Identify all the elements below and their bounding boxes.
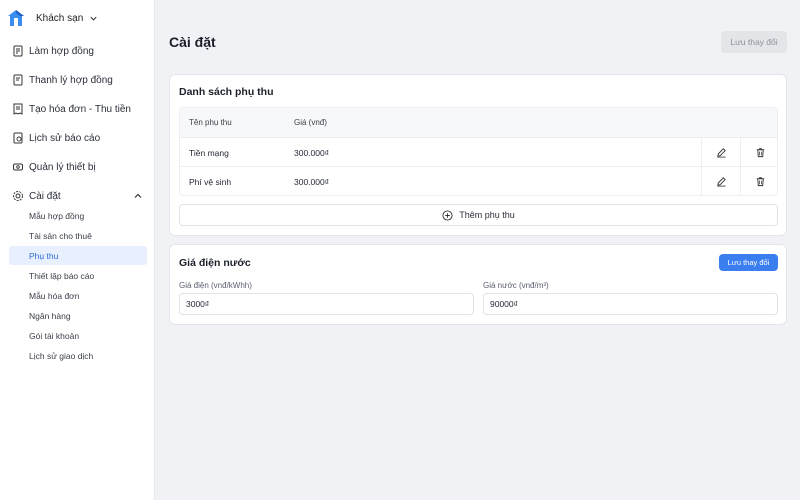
water-price-input[interactable]: [483, 293, 778, 315]
surcharge-name: Phí vệ sinh: [189, 177, 232, 187]
sidebar-subitem-account-plan[interactable]: Gói tài khoản: [9, 326, 147, 345]
electric-price-input[interactable]: [179, 293, 474, 315]
sidebar-item-liquidation[interactable]: Thanh lý hợp đồng: [12, 70, 113, 90]
sidebar-subitem-report-setup[interactable]: Thiết lập báo cáo: [9, 266, 147, 285]
sidebar-subitem-label: Phụ thu: [29, 250, 59, 261]
document-icon: [13, 74, 23, 86]
sidebar-item-devices[interactable]: Quản lý thiết bị: [12, 157, 96, 177]
surcharge-price: 300.000₫: [294, 148, 330, 158]
invoice-icon: [13, 103, 23, 115]
gear-icon: [13, 191, 23, 201]
sidebar-item-label: Tạo hóa đơn - Thu tiền: [29, 103, 131, 115]
delete-button[interactable]: [740, 138, 777, 166]
save-changes-button[interactable]: Lưu thay đổi: [721, 31, 787, 53]
trash-icon: [756, 147, 764, 157]
sidebar-item-label: Cài đặt: [29, 190, 61, 202]
electric-price-label: Giá điện (vnđ/kWhh): [179, 281, 252, 290]
sidebar-subitem-transaction-history[interactable]: Lịch sử giao dịch: [9, 346, 147, 365]
sidebar-item-invoice[interactable]: Tạo hóa đơn - Thu tiền: [12, 99, 131, 119]
table-row: Phí vệ sinh 300.000₫: [180, 167, 777, 195]
utility-price-card: Giá điện nước Lưu thay đổi Giá điện (vnđ…: [169, 244, 787, 325]
sidebar-item-contract[interactable]: Làm hợp đồng: [12, 41, 94, 61]
edit-button[interactable]: [701, 167, 740, 195]
brand-switcher[interactable]: Khách sạn: [7, 8, 98, 28]
surcharge-table: Tên phụ thu Giá (vnđ) Tiền mạng 300.000₫…: [179, 107, 778, 196]
table-header: Tên phụ thu Giá (vnđ): [180, 108, 777, 138]
sidebar-item-label: Lịch sử báo cáo: [29, 132, 101, 144]
report-history-icon: [13, 132, 23, 144]
surcharge-card: Danh sách phụ thu Tên phụ thu Giá (vnđ) …: [169, 74, 787, 236]
sidebar-subitem-contract-template[interactable]: Mẫu hợp đồng: [9, 206, 147, 225]
contract-icon: [13, 45, 23, 57]
utility-card-title: Giá điện nước: [179, 257, 251, 269]
sidebar-subitem-label: Tài sản cho thuê: [29, 230, 92, 241]
sidebar-item-label: Làm hợp đồng: [29, 45, 94, 57]
page-title: Cài đặt: [169, 34, 216, 50]
sidebar-subitem-surcharge[interactable]: Phụ thu: [9, 246, 147, 265]
delete-button[interactable]: [740, 167, 777, 195]
edit-button[interactable]: [701, 138, 740, 166]
add-surcharge-label: Thêm phụ thu: [459, 210, 515, 220]
pencil-icon: [716, 177, 726, 187]
sidebar-subitem-label: Gói tài khoản: [29, 330, 80, 341]
chevron-up-icon: [134, 193, 142, 198]
sidebar: Khách sạn Làm hợp đồng Thanh lý hợp đồng…: [0, 0, 155, 500]
plus-circle-icon: [442, 209, 453, 221]
surcharge-price: 300.000₫: [294, 177, 330, 187]
sidebar-subitem-bank[interactable]: Ngân hàng: [9, 306, 147, 325]
pencil-icon: [716, 147, 726, 157]
sidebar-subitem-rental-assets[interactable]: Tài sản cho thuê: [9, 226, 147, 245]
surcharge-card-title: Danh sách phụ thu: [179, 86, 274, 98]
sidebar-subitem-label: Ngân hàng: [29, 310, 71, 321]
sidebar-subitem-label: Thiết lập báo cáo: [29, 270, 95, 281]
water-price-label: Giá nước (vnđ/m³): [483, 281, 549, 290]
trash-icon: [756, 177, 764, 187]
logo-icon: [8, 10, 24, 26]
sidebar-subitem-label: Mẫu hóa đơn: [29, 290, 80, 301]
brand-name: Khách sạn: [36, 12, 84, 24]
chevron-down-icon: [90, 16, 97, 21]
sidebar-item-label: Quản lý thiết bị: [29, 161, 96, 173]
save-utility-button[interactable]: Lưu thay đổi: [719, 254, 778, 271]
surcharge-name: Tiền mạng: [189, 148, 229, 158]
sidebar-subitem-label: Mẫu hợp đồng: [29, 210, 85, 221]
add-surcharge-button[interactable]: Thêm phụ thu: [179, 204, 778, 226]
sidebar-item-label: Thanh lý hợp đồng: [29, 74, 113, 86]
table-row: Tiền mạng 300.000₫: [180, 138, 777, 167]
sidebar-item-settings[interactable]: Cài đặt: [12, 186, 147, 206]
device-icon: [13, 163, 23, 171]
sidebar-item-report-history[interactable]: Lịch sử báo cáo: [12, 128, 100, 148]
column-header-price: Giá (vnđ): [294, 118, 327, 127]
sidebar-subitem-invoice-template[interactable]: Mẫu hóa đơn: [9, 286, 147, 305]
sidebar-subitem-label: Lịch sử giao dịch: [29, 350, 94, 361]
column-header-name: Tên phụ thu: [189, 118, 232, 127]
